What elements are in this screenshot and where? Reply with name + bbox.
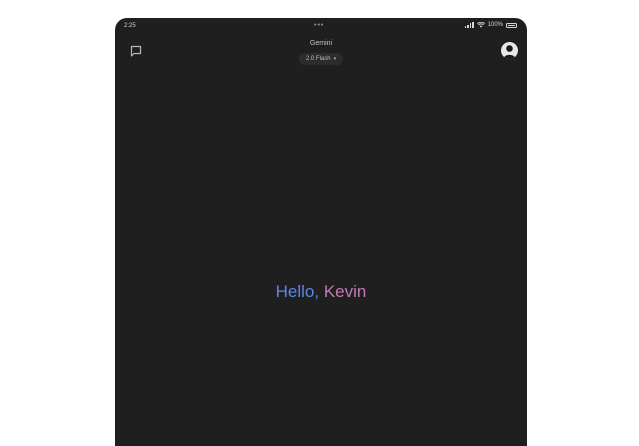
greeting: Hello, Kevin — [115, 282, 527, 302]
avatar[interactable] — [501, 42, 518, 59]
multitask-dots[interactable]: ••• — [314, 22, 324, 29]
tablet-screen: 2:25 ••• 100% Gemini 2.0 Flash ▾ Hello, … — [115, 18, 527, 446]
header-center: Gemini 2.0 Flash ▾ — [115, 40, 527, 65]
battery-icon — [506, 22, 517, 28]
greeting-hello: Hello, — [275, 282, 320, 301]
app-title: Gemini — [309, 40, 333, 47]
status-bar: 2:25 ••• 100% — [115, 18, 527, 34]
greeting-name: Kevin — [323, 282, 367, 301]
model-label: 2.0 Flash — [305, 56, 331, 62]
user-avatar-icon — [503, 45, 516, 59]
status-indicators: 100% — [464, 22, 517, 28]
status-time: 2:25 — [124, 23, 136, 29]
wifi-icon — [476, 22, 485, 28]
model-selector[interactable]: 2.0 Flash ▾ — [298, 53, 344, 65]
battery-percent: 100% — [487, 22, 503, 28]
signal-icon — [464, 22, 474, 28]
chevron-down-icon: ▾ — [333, 56, 337, 62]
